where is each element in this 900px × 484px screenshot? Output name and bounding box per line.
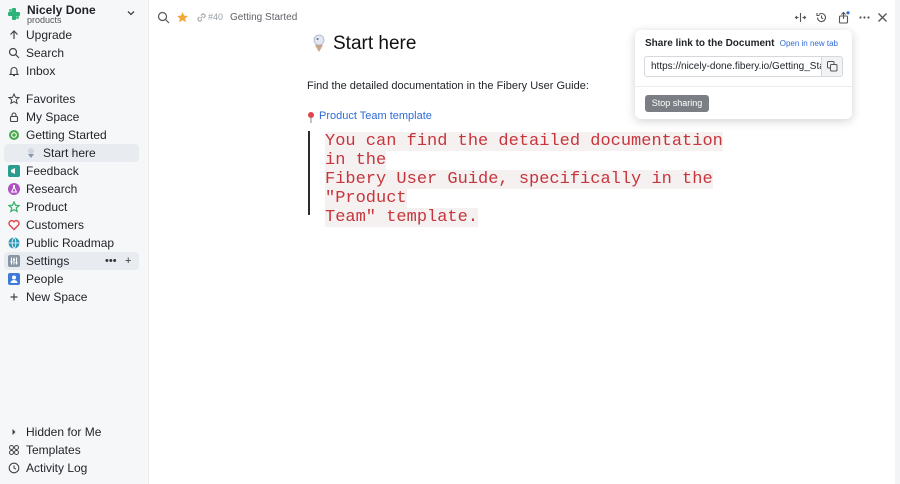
globe-icon [8,237,20,249]
sidebar-item-label: New Space [26,290,88,304]
sidebar-item-favorites[interactable]: Favorites [4,90,139,108]
lock-icon [9,112,19,123]
sidebar-item-label: Feedback [26,164,79,178]
heart-icon [8,219,20,231]
link-icon [197,13,206,22]
sidebar-item-label: Settings [26,254,70,268]
star-outline-icon [8,201,20,213]
close-icon[interactable] [876,11,889,24]
breadcrumb[interactable]: Getting Started [230,12,297,23]
more-actions-button[interactable]: ••• [105,254,117,268]
sidebar-item-people[interactable]: People [4,270,139,288]
settings-actions: ••• + [105,254,135,268]
compass-icon [9,130,19,140]
sidebar-item-upgrade[interactable]: Upgrade [4,26,139,44]
search-icon[interactable] [157,11,170,24]
code-line: Team" template. [325,208,479,227]
sidebar-item-customers[interactable]: Customers [4,216,139,234]
person-icon [8,273,20,285]
sidebar-item-new-space[interactable]: New Space [4,288,139,306]
sidebar-item-label: Start here [43,146,96,160]
workspace-switcher[interactable]: Nicely Done products [6,3,142,25]
history-icon[interactable] [815,11,828,24]
search-icon [8,47,20,59]
sidebar-item-label: Product [26,200,68,214]
sidebar-item-label: My Space [26,110,80,124]
sidebar-item-activity-log[interactable]: Activity Log [4,459,139,477]
add-entity-button[interactable]: + [125,254,131,268]
sidebar-item-label: Activity Log [26,461,88,475]
entity-number: #40 [208,12,224,22]
sidebar-item-label: Getting Started [26,128,107,142]
sidebar-item-product[interactable]: Product [4,198,139,216]
share-popup: Share link to the Document Open in new t… [635,30,852,119]
workspace-logo-icon [8,8,20,20]
plus-icon [10,293,18,301]
upgrade-icon [10,30,18,39]
document-toolbar: #40 Getting Started [149,0,900,34]
sidebar-item-research[interactable]: Research [4,180,139,198]
sidebar-item-label: People [26,272,64,286]
sidebar-item-feedback[interactable]: Feedback [4,162,139,180]
document-paragraph: Find the detailed documentation in the F… [307,80,589,92]
share-url-field[interactable]: https://nicely-done.fibery.io/Getting_St… [644,56,843,77]
pushpin-icon [308,112,314,123]
settings-icon [8,255,20,267]
sidebar-item-hidden-for-me[interactable]: Hidden for Me [4,423,139,441]
templates-icon [9,445,19,455]
copy-link-button[interactable] [821,57,842,76]
doc-emoji-icon [28,148,34,158]
chevron-right-icon [12,429,16,435]
sidebar-item-start-here[interactable]: Start here [4,144,139,162]
sidebar-item-label: Templates [26,443,81,457]
popup-divider [635,86,852,87]
sidebar-item-label: Inbox [26,64,56,78]
scrollbar-track[interactable] [895,0,900,484]
star-icon [8,93,20,105]
sidebar-item-label: Research [26,182,78,196]
open-in-new-tab-link[interactable]: Open in new tab [780,39,838,48]
code-line: You can find the detailed documentation … [325,132,723,170]
favorite-star-icon[interactable] [176,11,189,24]
sidebar-item-templates[interactable]: Templates [4,441,139,459]
bell-icon [8,67,20,77]
flask-icon [8,183,20,195]
sidebar-item-label: Upgrade [26,28,73,42]
sidebar-item-settings[interactable]: Settings ••• + [4,252,139,270]
sidebar-item-label: Public Roadmap [26,236,115,250]
sidebar-item-search[interactable]: Search [4,44,139,62]
sidebar-item-my-space[interactable]: My Space [4,108,139,126]
more-options-icon[interactable] [858,11,871,24]
code-line: Fibery User Guide, specifically in the "… [325,170,713,208]
sidebar-item-label: Favorites [26,92,76,106]
megaphone-icon [8,165,20,177]
sidebar: Nicely Done products Upgrade Search Inbo… [0,0,149,484]
code-block: You can find the detailed documentation … [325,132,725,227]
share-icon[interactable] [837,11,850,24]
sidebar-item-label: Hidden for Me [26,425,102,439]
share-url-text[interactable]: https://nicely-done.fibery.io/Getting_St… [651,61,821,72]
stop-sharing-button[interactable]: Stop sharing [645,95,709,112]
workspace-subtitle: products [27,15,62,25]
chevron-down-icon[interactable] [125,7,137,19]
sidebar-item-inbox[interactable]: Inbox [4,62,139,80]
document-title[interactable]: Start here [333,33,416,55]
share-popup-title: Share link to the Document [645,38,775,49]
sidebar-item-label: Search [26,46,65,60]
copy-icon [827,61,838,72]
code-block-bar [308,131,310,215]
sidebar-item-getting-started[interactable]: Getting Started [4,126,139,144]
sidebar-item-label: Customers [26,218,85,232]
document-emoji-icon[interactable] [311,34,327,54]
product-team-template-link[interactable]: Product Team template [319,110,432,122]
expand-width-icon[interactable] [794,11,807,24]
clock-icon [8,462,20,474]
sidebar-item-public-roadmap[interactable]: Public Roadmap [4,234,139,252]
